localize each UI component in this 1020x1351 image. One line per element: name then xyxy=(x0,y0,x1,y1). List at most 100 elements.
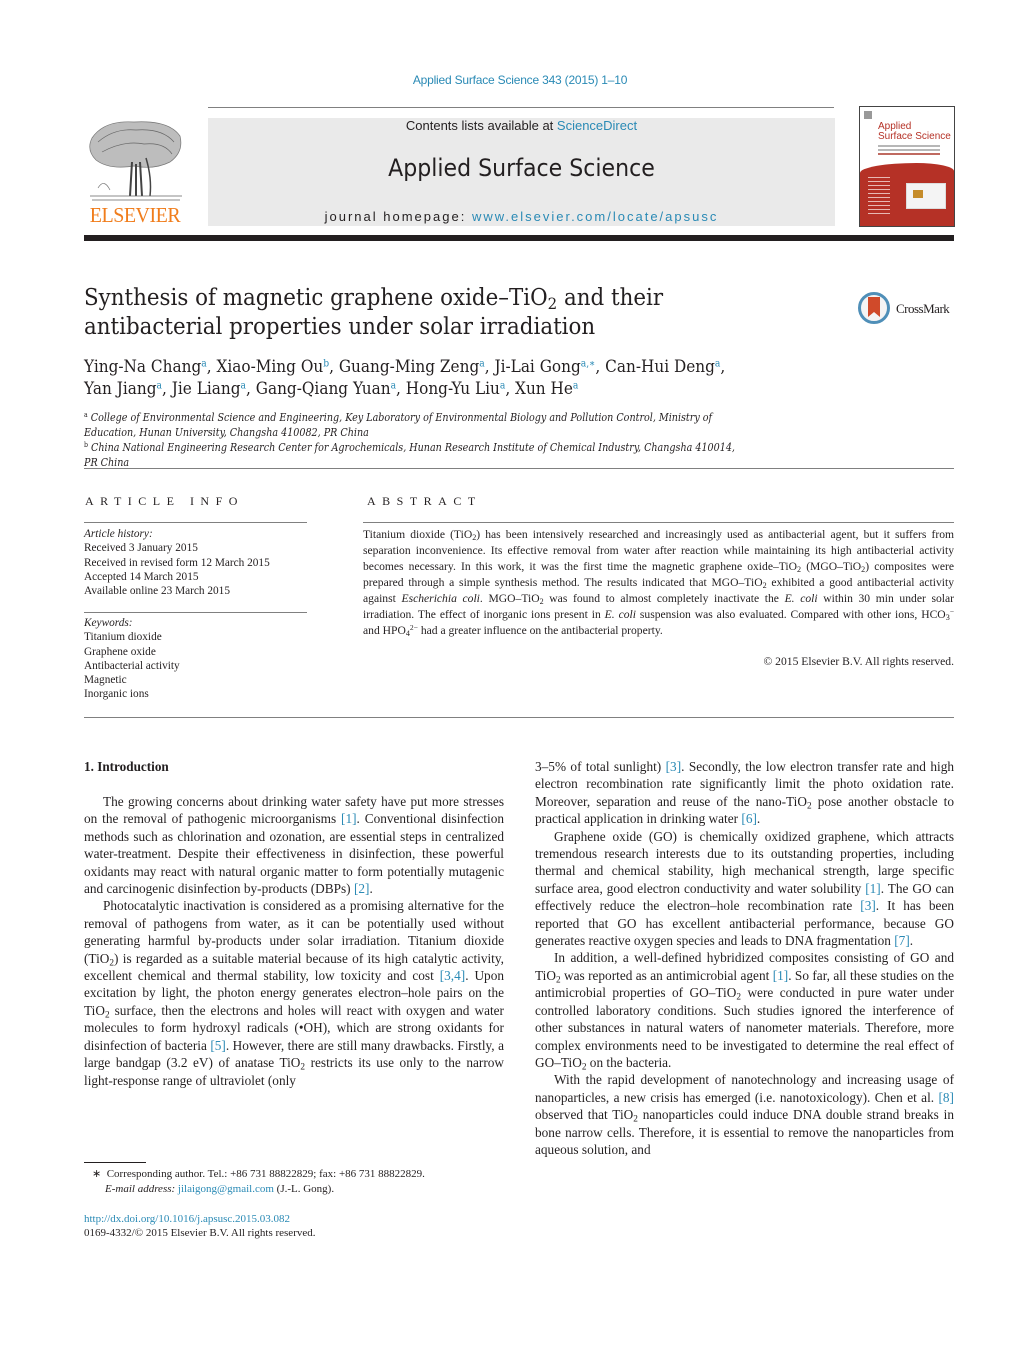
author-name[interactable]: Guang-Ming Zeng xyxy=(339,357,479,377)
keywords-divider xyxy=(84,612,307,613)
text-run: With the rapid development of nanotechno… xyxy=(535,1072,954,1105)
cover-toc xyxy=(868,177,890,217)
affiliation-text: College of Environmental Science and Eng… xyxy=(84,411,713,439)
contents-prefix: Contents lists available at xyxy=(405,118,557,133)
text-run: Titanium dioxide (TiO xyxy=(363,528,473,541)
author-name[interactable]: Yan Jiang xyxy=(84,379,157,399)
text-run: . xyxy=(756,811,761,827)
citation-link[interactable]: [7] xyxy=(894,933,910,948)
author-separator: , xyxy=(595,357,606,377)
crossmark-label: CrossMark xyxy=(896,301,950,316)
text-run: suspension was also evaluated. Compared … xyxy=(635,608,946,621)
title-subscript: 2 xyxy=(547,294,558,314)
paragraph: Photocatalytic inactivation is considere… xyxy=(84,897,504,1088)
paragraph: In addition, a well-defined hybridized c… xyxy=(535,949,954,1071)
paragraph: With the rapid development of nanotechno… xyxy=(535,1071,954,1158)
citation-link[interactable]: [8] xyxy=(938,1090,954,1105)
citation-link[interactable]: [3,4] xyxy=(440,968,465,983)
keywords-label: Keywords: xyxy=(84,617,133,629)
crossmark-button[interactable]: CrossMark xyxy=(858,292,958,328)
body-column-left: The growing concerns about drinking wate… xyxy=(84,793,504,1089)
footnote-divider xyxy=(84,1162,146,1163)
history-item: Accepted 14 March 2015 xyxy=(84,570,199,583)
citation-link[interactable]: [6] xyxy=(741,811,757,826)
abstract-heading: ABSTRACT xyxy=(367,494,482,508)
author-name[interactable]: Jie Liang xyxy=(172,379,241,399)
citation-link[interactable]: [2] xyxy=(354,881,370,896)
article-history: Article history: Received 3 January 2015… xyxy=(84,527,314,598)
keyword-item: Antibacterial activity xyxy=(84,659,180,672)
homepage-line: journal homepage: www.elsevier.com/locat… xyxy=(208,209,835,224)
header-divider xyxy=(208,107,834,108)
author-separator: , xyxy=(484,357,495,377)
author-separator: , xyxy=(206,357,217,377)
text-run: . MGO–TiO xyxy=(479,592,540,605)
doi-link[interactable]: http://dx.doi.org/10.1016/j.apsusc.2015.… xyxy=(84,1212,514,1226)
abstract-divider xyxy=(363,522,954,523)
author-name[interactable]: Hong-Yu Liu xyxy=(406,379,500,399)
journal-reference[interactable]: Applied Surface Science 343 (2015) 1–10 xyxy=(0,73,1020,87)
author-name[interactable]: Ying-Na Chang xyxy=(84,357,201,377)
history-label: Article history: xyxy=(84,528,153,540)
contents-line: Contents lists available at ScienceDirec… xyxy=(208,118,835,133)
author-separator: , xyxy=(329,357,339,377)
email-label: E-mail address: xyxy=(105,1183,176,1195)
author-affiliation-mark[interactable]: a,∗ xyxy=(581,358,596,369)
text-run: on the bacteria. xyxy=(586,1054,672,1070)
doi-block: http://dx.doi.org/10.1016/j.apsusc.2015.… xyxy=(84,1212,514,1240)
citation-link[interactable]: [1] xyxy=(865,881,881,896)
citation-link[interactable]: [5] xyxy=(210,1038,226,1053)
italic-term: E. coli xyxy=(784,592,818,605)
email-link[interactable]: jilaigong@gmail.com xyxy=(178,1183,274,1195)
citation-link[interactable]: [1] xyxy=(773,968,789,983)
history-item: Received in revised form 12 March 2015 xyxy=(84,556,270,569)
author-name[interactable]: Xun He xyxy=(515,379,573,399)
author-separator: , xyxy=(162,379,172,399)
affiliation: a College of Environmental Science and E… xyxy=(84,410,745,440)
citation-link[interactable]: [3] xyxy=(666,759,682,774)
footnote: ∗ Corresponding author. Tel.: +86 731 88… xyxy=(84,1167,514,1197)
author-name[interactable]: Xiao-Ming Ou xyxy=(216,357,323,377)
author-name[interactable]: Can-Hui Deng xyxy=(605,357,715,377)
text-run: had a greater influence on the antibacte… xyxy=(417,624,663,637)
citation-link[interactable]: [1] xyxy=(341,811,357,826)
affiliation: b China National Engineering Research Ce… xyxy=(84,440,745,470)
author-affiliation-mark[interactable]: a xyxy=(573,380,578,391)
journal-cover-thumbnail[interactable]: Applied Surface Science xyxy=(859,106,955,227)
title-text-1: Synthesis of magnetic graphene oxide–TiO xyxy=(84,285,548,311)
affiliation-text: China National Engineering Research Cent… xyxy=(84,441,735,469)
footnote-mark: ∗ xyxy=(92,1168,102,1180)
text-run: was found to almost completely inactivat… xyxy=(543,592,785,605)
cover-title: Applied Surface Science xyxy=(878,122,951,142)
citation-link[interactable]: [3] xyxy=(860,898,876,913)
homepage-prefix: journal homepage: xyxy=(324,209,472,224)
text-run: was reported as an antimicrobial agent xyxy=(560,967,773,983)
affiliations: a College of Environmental Science and E… xyxy=(84,410,745,470)
email-line: E-mail address: jilaigong@gmail.com (J.-… xyxy=(84,1182,514,1197)
issn-line: 0169-4332/© 2015 Elsevier B.V. All right… xyxy=(84,1227,316,1239)
article-title: Synthesis of magnetic graphene oxide–TiO… xyxy=(84,284,772,342)
italic-term: Escherichia coli xyxy=(401,592,480,605)
text-run: (MGO–TiO xyxy=(801,560,862,573)
elsevier-wordmark: ELSEVIER xyxy=(89,203,181,227)
author-name[interactable]: Ji-Lai Gong xyxy=(494,357,580,377)
text-run: 3–5% of total sunlight) xyxy=(535,759,666,774)
abstract-text: Titanium dioxide (TiO2) has been intensi… xyxy=(363,527,954,639)
cover-mini-logo xyxy=(864,111,872,119)
article-info-heading: ARTICLE INFO xyxy=(85,494,244,508)
paragraph: Graphene oxide (GO) is chemically oxidiz… xyxy=(535,828,954,950)
history-item: Available online 23 March 2015 xyxy=(84,585,230,598)
author-separator: , xyxy=(720,357,726,377)
superscript: − xyxy=(949,606,954,616)
text-run: observed that TiO xyxy=(535,1107,634,1123)
paragraph: 3–5% of total sunlight) [3]. Secondly, t… xyxy=(535,758,954,828)
text-run: and HPO xyxy=(363,624,406,637)
keyword-item: Titanium dioxide xyxy=(84,631,162,644)
author-name[interactable]: Gang-Qiang Yuan xyxy=(256,379,391,399)
sciencedirect-link[interactable]: ScienceDirect xyxy=(557,118,637,133)
elsevier-logo[interactable]: ELSEVIER xyxy=(84,118,186,228)
text-run: . xyxy=(369,881,373,897)
affiliations-divider xyxy=(84,468,954,469)
section-heading-introduction: 1. Introduction xyxy=(84,759,169,774)
homepage-link[interactable]: www.elsevier.com/locate/apsusc xyxy=(472,209,718,224)
